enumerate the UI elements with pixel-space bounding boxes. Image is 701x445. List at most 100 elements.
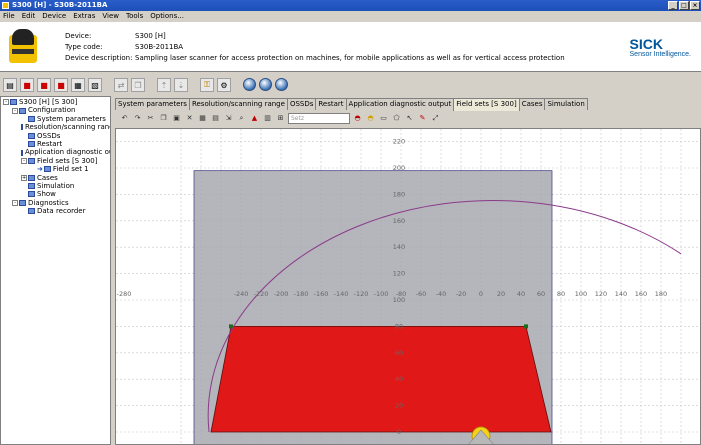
y-tick-label: 80 [395, 322, 403, 330]
scale-icon[interactable]: ⤢ [430, 113, 441, 124]
menu-edit[interactable]: Edit [22, 11, 36, 22]
transfer-icon[interactable]: ⇄ [114, 78, 128, 92]
connect-icon[interactable] [243, 78, 256, 91]
tab-ossds[interactable]: OSSDs [286, 98, 317, 110]
x-tick-label: -60 [416, 290, 427, 298]
project-tree-icon[interactable]: ▤ [3, 78, 17, 92]
configuration-icon[interactable]: ▦ [71, 78, 85, 92]
field-editor-toolbar: ↶ ↷ ✂ ❐ ▣ ✕ ▦ ▤ ⇲ ⌕ ▲ ▥ ⊞ Setz ◓ ◓ ▭ ⬠ ↖… [115, 111, 701, 126]
protective-field-icon[interactable]: ◓ [352, 113, 363, 124]
close-button[interactable]: × [690, 1, 700, 10]
pointer-icon[interactable]: ↖ [404, 113, 415, 124]
tab-cases[interactable]: Cases [518, 98, 546, 110]
tree-item[interactable]: Data recorder [1, 207, 110, 215]
redo-icon[interactable]: ↷ [132, 113, 143, 124]
tree-item-label: Restart [37, 139, 63, 148]
tree-node-icon [19, 199, 26, 206]
tree-item[interactable]: Simulation [1, 182, 110, 190]
x-tick-label: 160 [635, 290, 647, 298]
x-tick-label: 120 [595, 290, 607, 298]
y-tick-label: 60 [395, 349, 403, 357]
contour-icon[interactable]: ▥ [262, 113, 273, 124]
menu-tools[interactable]: Tools [126, 11, 143, 22]
download-icon[interactable]: ⇣ [174, 78, 188, 92]
tree-item[interactable]: Restart [1, 140, 110, 148]
tree-item[interactable]: - S300 [H] [S 300] [1, 98, 110, 106]
tree-item[interactable]: ➜ Field set 1 [1, 165, 110, 173]
field-set-drawing[interactable]: -280 -240 -220 -200 -180 -160 -140 -120 -100 -80-… [116, 129, 701, 445]
edit-points-icon[interactable]: ✎ [417, 113, 428, 124]
tree-item[interactable]: Application diagnostic ou [1, 148, 110, 156]
menu-file[interactable]: File [3, 11, 15, 22]
import-icon[interactable]: ⇲ [223, 113, 234, 124]
tree-item-label: System parameters [37, 114, 106, 123]
grid-icon[interactable]: ▤ [210, 113, 221, 124]
y-tick-label: 200 [393, 164, 405, 172]
disconnect-icon[interactable] [259, 78, 272, 91]
table-icon[interactable]: ▦ [197, 113, 208, 124]
menu-device[interactable]: Device [42, 11, 66, 22]
tree-node-icon [28, 157, 35, 164]
protective-field [210, 325, 552, 433]
login-key-icon[interactable]: ⚿ [200, 78, 214, 92]
zoom-icon[interactable]: ⌕ [236, 113, 247, 124]
device-red-icon[interactable]: ■ [20, 78, 34, 92]
window-title: S300 [H] - S30B-2011BA [12, 1, 108, 9]
x-tick-label: -240 [234, 290, 249, 298]
tab-simulation[interactable]: Simulation [544, 98, 588, 110]
menu-extras[interactable]: Extras [73, 11, 95, 22]
tab-system-parameters[interactable]: System parameters [115, 98, 190, 110]
tree-node-icon [28, 183, 35, 190]
tree-node-icon [21, 149, 23, 156]
collapse-icon[interactable]: - [21, 157, 27, 164]
expand-icon[interactable]: + [21, 174, 27, 181]
cut-icon[interactable]: ✂ [145, 113, 156, 124]
rectangle-icon[interactable]: ▭ [378, 113, 389, 124]
collapse-icon[interactable]: - [12, 107, 18, 114]
tree-node-icon [21, 124, 23, 131]
tree-item-label: Resolution/scanning rang [25, 123, 111, 132]
tab-restart[interactable]: Restart [315, 98, 347, 110]
menu-view[interactable]: View [102, 11, 119, 22]
tree-item[interactable]: - Diagnostics [1, 199, 110, 207]
polygon-icon[interactable]: ⬠ [391, 113, 402, 124]
upload-icon[interactable]: ⇡ [157, 78, 171, 92]
tab-resolution-scanning-range[interactable]: Resolution/scanning range [188, 98, 288, 110]
tab-field-sets-s-300[interactable]: Field sets [S 300] [453, 98, 520, 111]
delete-icon[interactable]: ✕ [184, 113, 195, 124]
collapse-icon[interactable]: - [12, 199, 18, 206]
warning-field-icon[interactable]: ◓ [365, 113, 376, 124]
zoom-input[interactable]: Setz [288, 113, 350, 124]
device-red-icon-3[interactable]: ■ [54, 78, 68, 92]
tree-item[interactable]: System parameters [1, 115, 110, 123]
settings-icon[interactable]: ⚙ [217, 78, 231, 92]
brand-logo: SICK Sensor Intelligence. [630, 36, 691, 58]
tree-item[interactable]: - Configuration [1, 106, 110, 114]
copy-icon[interactable]: ❐ [131, 78, 145, 92]
field-draw-icon[interactable]: ▲ [249, 113, 260, 124]
device-description-value: Sampling laser scanner for access protec… [135, 54, 565, 62]
tree-item[interactable]: Resolution/scanning rang [1, 123, 110, 131]
refresh-icon[interactable] [275, 78, 288, 91]
tree-item-label: Simulation [37, 181, 75, 190]
main-toolbar: ▤ ■ ■ ■ ▦ ▧ ⇄ ❐ ⇡ ⇣ ⚿ ⚙ [0, 78, 701, 96]
menu-options[interactable]: Options... [150, 11, 184, 22]
tree-item[interactable]: OSSDs [1, 132, 110, 140]
undo-icon[interactable]: ↶ [119, 113, 130, 124]
copy-icon[interactable]: ❐ [158, 113, 169, 124]
image-icon[interactable]: ▧ [88, 78, 102, 92]
collapse-icon[interactable]: - [3, 99, 9, 106]
paste-icon[interactable]: ▣ [171, 113, 182, 124]
tree-item-label: Field set 1 [52, 165, 89, 174]
tab-application-diagnostic-output[interactable]: Application diagnostic output [345, 98, 455, 110]
measure-icon[interactable]: ⊞ [275, 113, 286, 124]
tree-item[interactable]: + Cases [1, 174, 110, 182]
minimize-button[interactable]: _ [668, 1, 678, 10]
field-editor-canvas[interactable]: -280 -240 -220 -200 -180 -160 -140 -120 -100 -80-… [115, 128, 701, 445]
x-tick-label: -40 [436, 290, 447, 298]
maximize-button[interactable]: □ [679, 1, 689, 10]
tree-item[interactable]: - Field sets [S 300] [1, 157, 110, 165]
tree-item[interactable]: Show [1, 190, 110, 198]
device-red-icon-2[interactable]: ■ [37, 78, 51, 92]
tree-item-label: Field sets [S 300] [37, 156, 98, 165]
